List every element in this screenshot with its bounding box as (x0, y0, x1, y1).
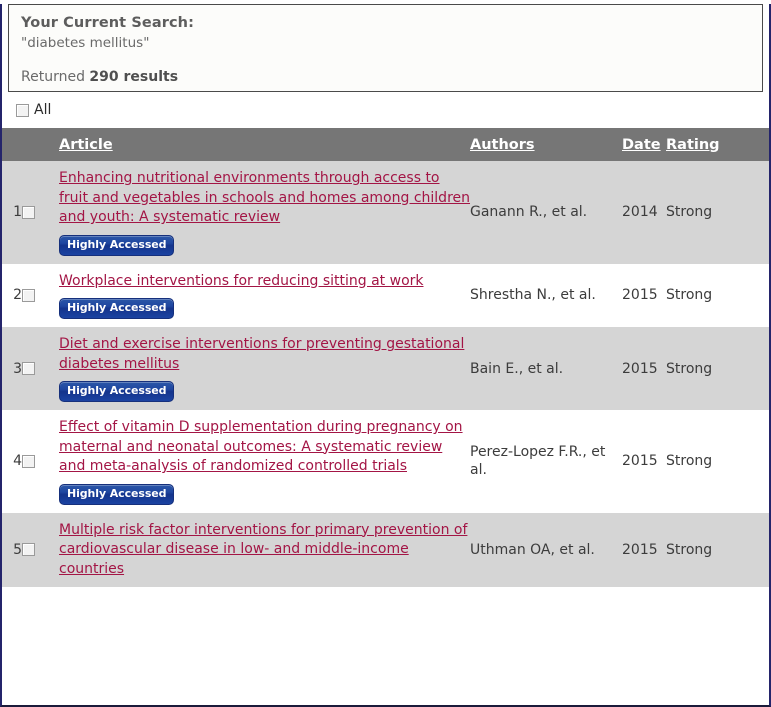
article-title-link[interactable]: Effect of vitamin D supplementation duri… (59, 419, 463, 474)
row-checkbox-cell (22, 264, 59, 328)
table-row: 3 Diet and exercise interventions for pre… (2, 327, 769, 410)
date-cell: 2015 (622, 287, 658, 304)
row-checkbox-cell (22, 410, 59, 513)
authors-cell: Perez-Lopez F.R., et al. (470, 444, 606, 479)
table-row: 5 Multiple risk factor interventions for … (2, 512, 769, 588)
article-title-link[interactable]: Enhancing nutritional environments throu… (59, 170, 470, 225)
highly-accessed-badge[interactable]: Highly Accessed (59, 234, 175, 256)
current-search-panel: Your Current Search: "diabetes mellitus"… (8, 4, 763, 92)
date-cell: 2015 (622, 453, 658, 470)
rating-cell: Strong (666, 541, 713, 558)
rating-cell: Strong (666, 360, 713, 377)
header-date-label: Date (622, 136, 661, 153)
results-table-header: Article Authors Date Rating (2, 128, 769, 161)
article-cell: Workplace interventions for reducing sit… (59, 264, 470, 328)
authors-cell: Shrestha N., et al. (470, 287, 596, 304)
highly-accessed-badge[interactable]: Highly Accessed (59, 298, 175, 319)
header-row: Article Authors Date Rating (2, 128, 769, 161)
authors-cell: Uthman OA, et al. (470, 541, 595, 558)
header-number (2, 128, 22, 161)
select-all-bar: All (2, 92, 769, 128)
header-date[interactable]: Date (622, 128, 666, 161)
table-row: 2 Workplace interventions for reducing si… (2, 263, 769, 328)
authors-cell: Ganann R., et al. (470, 204, 588, 221)
authors-cell: Bain E., et al. (470, 360, 564, 377)
header-rating[interactable]: Rating (666, 128, 769, 161)
highly-accessed-badge[interactable]: Highly Accessed (59, 381, 175, 402)
current-search-title: Your Current Search: (21, 15, 194, 31)
header-authors-label: Authors (470, 136, 535, 153)
results-table-body: 1 Enhancing nutritional environments thro… (2, 161, 769, 587)
row-select-checkbox[interactable] (22, 543, 35, 557)
row-checkbox-cell (22, 327, 59, 410)
rating-cell: Strong (666, 287, 713, 304)
rating-cell: Strong (666, 453, 713, 470)
rating-cell: Strong (666, 204, 713, 221)
row-number: 5 (13, 541, 22, 558)
current-search-query: "diabetes mellitus" (21, 35, 150, 51)
header-authors[interactable]: Authors (470, 128, 622, 161)
select-all-label: All (34, 102, 52, 118)
article-cell: Multiple risk factor interventions for p… (59, 513, 470, 588)
row-select-checkbox[interactable] (22, 454, 35, 468)
header-article[interactable]: Article (59, 128, 470, 161)
header-article-label: Article (59, 136, 113, 153)
row-checkbox-cell (22, 161, 59, 264)
row-select-checkbox[interactable] (22, 288, 35, 302)
article-title-link[interactable]: Multiple risk factor interventions for p… (59, 522, 467, 577)
row-number: 2 (13, 287, 22, 304)
row-number: 4 (13, 453, 22, 470)
table-row: 1 Enhancing nutritional environments thro… (2, 161, 769, 264)
results-page: Your Current Search: "diabetes mellitus"… (0, 4, 771, 707)
results-count-line: Returned 290 results (21, 67, 752, 87)
article-title-link[interactable]: Diet and exercise interventions for prev… (59, 336, 464, 372)
results-table: Article Authors Date Rating 1 Enhancing n… (2, 128, 769, 587)
row-select-checkbox[interactable] (22, 362, 35, 375)
highly-accessed-badge[interactable]: Highly Accessed (59, 483, 175, 505)
table-row: 4 Effect of vitamin D supplementation dur… (2, 410, 769, 513)
header-rating-label: Rating (666, 136, 720, 153)
results-count-value: 290 results (89, 69, 179, 85)
row-number: 3 (13, 360, 22, 377)
row-number: 1 (13, 204, 22, 221)
select-all-checkbox[interactable] (16, 103, 29, 117)
results-count-prefix: Returned (21, 69, 90, 85)
date-cell: 2014 (622, 204, 658, 221)
article-cell: Enhancing nutritional environments throu… (59, 161, 470, 264)
article-cell: Diet and exercise interventions for prev… (59, 327, 470, 410)
row-checkbox-cell (22, 513, 59, 588)
article-title-link[interactable]: Workplace interventions for reducing sit… (59, 273, 424, 289)
article-cell: Effect of vitamin D supplementation duri… (59, 410, 470, 513)
date-cell: 2015 (622, 541, 658, 558)
header-checkbox (22, 128, 59, 161)
date-cell: 2015 (622, 360, 658, 377)
row-select-checkbox[interactable] (22, 205, 35, 219)
